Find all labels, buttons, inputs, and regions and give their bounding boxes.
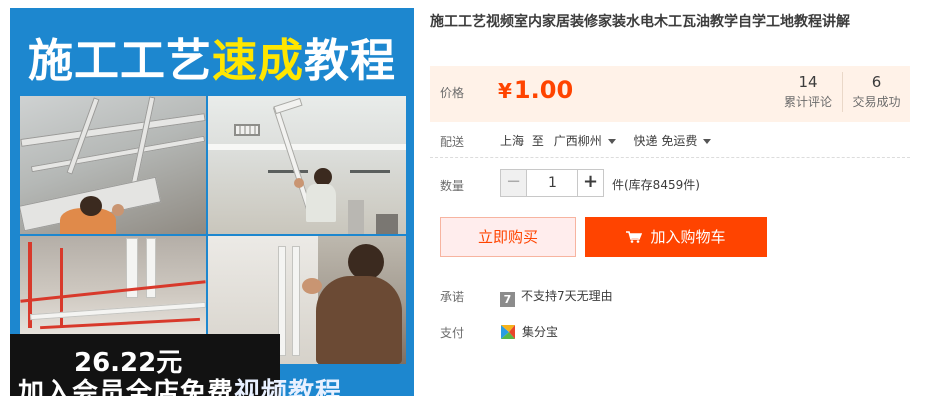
- destination-select[interactable]: 广西柳州: [554, 132, 616, 149]
- sales-stat: 6 交易成功: [842, 72, 910, 112]
- quantity-decrease-button[interactable]: −: [501, 170, 527, 196]
- shipping-method-select[interactable]: 快递 免运费: [634, 132, 712, 149]
- sales-label: 交易成功: [852, 95, 901, 109]
- seven-day-icon: 7: [500, 292, 515, 307]
- quantity-label: 数量: [440, 179, 465, 193]
- shipping-origin: 上海: [500, 134, 525, 148]
- photo-ceiling-framing: [20, 96, 206, 234]
- jifenbao-icon: [501, 325, 515, 339]
- shipping-label: 配送: [440, 135, 465, 149]
- promo-text: 加入会员全店免费视频教程: [18, 378, 343, 396]
- currency-symbol: ¥: [498, 79, 512, 103]
- promise-row: 7 不支持7天无理由: [500, 287, 613, 307]
- sales-count: 6: [871, 73, 882, 91]
- shipping-row: 上海 至 广西柳州 快递 免运费: [500, 132, 712, 149]
- price-label: 价格: [440, 86, 465, 100]
- price-panel: 价格 ¥1.00 14 累计评论 6 交易成功: [430, 66, 910, 122]
- promise-label: 承诺: [440, 290, 465, 304]
- product-main-image[interactable]: 施工工艺速成教程 26.22元 加入会员全店免费视频教程: [10, 8, 414, 396]
- reviews-count: 14: [798, 73, 818, 91]
- add-to-cart-label: 加入购物车: [650, 228, 726, 246]
- photo-ceiling-painting: [208, 96, 406, 234]
- photo-floor-piping: [20, 236, 206, 334]
- payment-method: 集分宝: [522, 325, 559, 339]
- promise-text[interactable]: 不支持7天无理由: [521, 289, 613, 303]
- quantity-increase-button[interactable]: +: [577, 170, 603, 196]
- divider: [430, 157, 910, 158]
- cart-icon: [626, 231, 643, 243]
- payment-label: 支付: [440, 326, 465, 340]
- chevron-down-icon: [607, 139, 616, 144]
- product-title: 施工工艺视频室内家居装修家装水电木工瓦油教学自学工地教程讲解: [430, 14, 850, 30]
- image-title: 施工工艺速成教程: [27, 34, 397, 87]
- quantity-stepper: − +: [500, 169, 604, 197]
- quantity-input[interactable]: [528, 170, 577, 196]
- reviews-label: 累计评论: [783, 95, 832, 109]
- buy-now-button[interactable]: 立即购买: [440, 217, 576, 257]
- payment-row: 集分宝: [500, 323, 558, 340]
- shipping-to-word: 至: [531, 134, 544, 148]
- add-to-cart-button[interactable]: 加入购物车: [585, 217, 767, 257]
- reviews-stat[interactable]: 14 累计评论: [774, 72, 842, 112]
- chevron-down-icon: [703, 139, 712, 144]
- price-value: ¥1.00: [498, 76, 573, 104]
- stock-text: 件(库存8459件): [612, 178, 700, 192]
- price-amount: 1.00: [513, 76, 574, 104]
